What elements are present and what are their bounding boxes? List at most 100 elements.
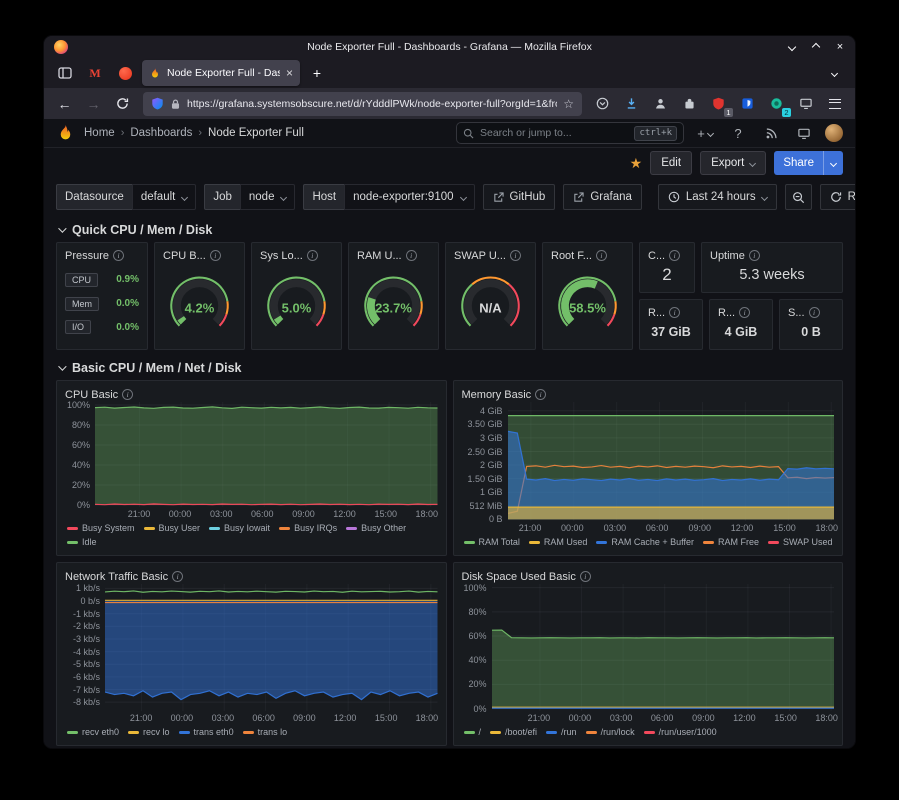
info-icon[interactable]: i	[172, 571, 183, 582]
info-icon[interactable]: i	[669, 250, 680, 261]
zoom-out-button[interactable]	[785, 184, 812, 210]
section-quick-cpu-mem-disk[interactable]: Quick CPU / Mem / Disk	[56, 218, 843, 242]
panel-title[interactable]: Pressurei	[65, 248, 139, 263]
legend-item[interactable]: /run	[546, 726, 577, 739]
panel-title[interactable]: RAM U...i	[357, 248, 430, 263]
breadcrumb-dashboards[interactable]: Dashboards	[130, 127, 192, 139]
info-icon[interactable]: i	[510, 250, 521, 261]
forward-button[interactable]: →	[80, 91, 107, 116]
firefox-view-button[interactable]	[52, 61, 78, 85]
panel-title[interactable]: R...i	[648, 305, 694, 320]
legend-item[interactable]: RAM Free	[703, 536, 759, 549]
panel-title[interactable]: Disk Space Used Basici	[462, 569, 835, 584]
favorite-star-icon[interactable]: ★	[630, 155, 643, 172]
new-tab-button[interactable]: +	[304, 61, 330, 85]
legend-item[interactable]: /boot/efi	[490, 726, 537, 739]
info-icon[interactable]: i	[113, 250, 124, 261]
container-extension-button[interactable]: 2	[763, 91, 790, 116]
window-close-button[interactable]: ×	[833, 39, 847, 55]
panel-title[interactable]: CPU Basici	[65, 387, 438, 402]
legend-item[interactable]: /	[464, 726, 482, 739]
account-button[interactable]	[647, 91, 674, 116]
window-titlebar[interactable]: Node Exporter Full - Dashboards - Grafan…	[44, 36, 855, 58]
search-input[interactable]: Search or jump to... ctrl+k	[456, 122, 684, 144]
legend-item[interactable]: Busy Other	[346, 522, 406, 535]
news-button[interactable]	[759, 121, 783, 145]
legend-item[interactable]: Busy System	[67, 522, 135, 535]
menu-button[interactable]	[821, 91, 848, 116]
export-button[interactable]: Export	[700, 151, 766, 175]
breadcrumb-home[interactable]: Home	[84, 127, 115, 139]
info-icon[interactable]: i	[749, 250, 760, 261]
url-bar[interactable]: https://grafana.systemsobscure.net/d/rYd…	[143, 92, 582, 116]
github-link-button[interactable]: GitHub	[483, 184, 556, 210]
info-icon[interactable]: i	[210, 250, 221, 261]
info-icon[interactable]: i	[596, 250, 607, 261]
panel-title[interactable]: S...i	[788, 305, 834, 320]
var-host-value[interactable]: node-exporter:9100	[344, 184, 474, 210]
pocket-button[interactable]	[589, 91, 616, 116]
downloads-button[interactable]	[618, 91, 645, 116]
password-manager-button[interactable]	[734, 91, 761, 116]
time-range-picker[interactable]: Last 24 hours	[658, 184, 777, 210]
kiosk-button[interactable]	[792, 121, 816, 145]
share-dropdown-icon[interactable]	[824, 161, 843, 166]
list-tabs-button[interactable]	[821, 61, 847, 85]
lock-icon[interactable]	[170, 98, 181, 110]
panel-title[interactable]: Network Traffic Basici	[65, 569, 438, 584]
section-basic-cpu-mem-net-disk[interactable]: Basic CPU / Mem / Net / Disk	[56, 356, 843, 380]
legend-item[interactable]: RAM Cache + Buffer	[596, 536, 694, 549]
grafana-link-button[interactable]: Grafana	[563, 184, 642, 210]
grafana-logo-icon[interactable]	[56, 123, 75, 143]
display-button[interactable]	[792, 91, 819, 116]
share-button[interactable]: Share	[774, 151, 843, 175]
legend-item[interactable]: RAM Total	[464, 536, 520, 549]
tab-close-icon[interactable]: ×	[286, 67, 293, 79]
panel-title[interactable]: Sys Lo...i	[260, 248, 333, 263]
panel-title[interactable]: SWAP U...i	[454, 248, 527, 263]
back-button[interactable]: ←	[51, 91, 78, 116]
var-job-value[interactable]: node	[240, 184, 296, 210]
info-icon[interactable]: i	[122, 389, 133, 400]
legend-item[interactable]: /run/user/1000	[644, 726, 717, 739]
legend-item[interactable]: trans lo	[243, 726, 288, 739]
panel-title[interactable]: CPU B...i	[163, 248, 236, 263]
add-button[interactable]: +	[693, 121, 717, 145]
info-icon[interactable]: i	[739, 307, 750, 318]
legend-item[interactable]: Busy User	[144, 522, 201, 535]
info-icon[interactable]: i	[307, 250, 318, 261]
help-button[interactable]: ?	[726, 121, 750, 145]
panel-title[interactable]: Memory Basici	[462, 387, 835, 402]
reload-button[interactable]	[109, 91, 136, 116]
pinned-tab-reddit[interactable]	[112, 61, 138, 85]
panel-title[interactable]: C...i	[648, 248, 686, 263]
refresh-button[interactable]: Refresh	[821, 185, 855, 209]
legend-item[interactable]: Busy IRQs	[279, 522, 337, 535]
extensions-button[interactable]	[676, 91, 703, 116]
legend-item[interactable]: SWAP Used	[768, 536, 833, 549]
info-icon[interactable]: i	[406, 250, 417, 261]
bookmark-star-icon[interactable]: ☆	[563, 97, 574, 111]
panel-title[interactable]: R...i	[718, 305, 764, 320]
info-icon[interactable]: i	[535, 389, 546, 400]
pinned-tab-gmail[interactable]: M	[82, 61, 108, 85]
legend-item[interactable]: recv eth0	[67, 726, 119, 739]
window-maximize-button[interactable]	[809, 39, 823, 55]
edit-button[interactable]: Edit	[650, 151, 692, 175]
user-avatar[interactable]	[825, 124, 843, 142]
panel-title[interactable]: Root F...i	[551, 248, 624, 263]
legend-item[interactable]: RAM Used	[529, 536, 588, 549]
info-icon[interactable]: i	[669, 307, 680, 318]
var-datasource-value[interactable]: default	[132, 184, 197, 210]
tracking-protection-icon[interactable]	[151, 97, 164, 110]
info-icon[interactable]: i	[809, 307, 820, 318]
legend-item[interactable]: Idle	[67, 536, 97, 549]
legend-item[interactable]: /run/lock	[586, 726, 635, 739]
adblocker-button[interactable]: 1	[705, 91, 732, 116]
info-icon[interactable]: i	[580, 571, 591, 582]
legend-item[interactable]: Busy Iowait	[209, 522, 270, 535]
legend-item[interactable]: recv lo	[128, 726, 170, 739]
active-tab[interactable]: Node Exporter Full - Dashbo ×	[142, 60, 300, 86]
window-minimize-button[interactable]	[785, 39, 799, 55]
legend-item[interactable]: trans eth0	[179, 726, 234, 739]
